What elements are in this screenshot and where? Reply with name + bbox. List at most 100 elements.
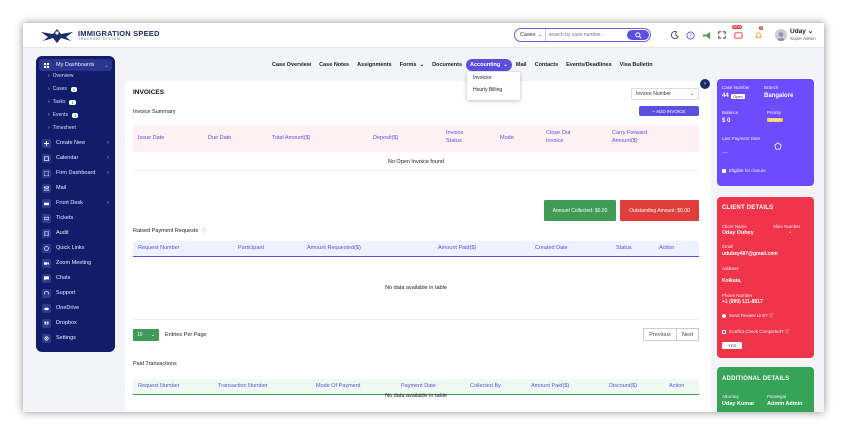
sidebar-item-label: Quick Links [56,245,85,251]
logo-subtitle: TRACKING SYSTEM [78,37,121,41]
chevron-right-icon: › [107,200,109,206]
bell-badge: 0 [759,26,763,30]
priority-label: Priority [767,110,782,115]
tab-events-deadlines[interactable]: Events/Deadlines [562,59,616,71]
sidebar-item-dropbox[interactable]: Dropbox [39,317,112,329]
tab-case-overview[interactable]: Case Overview [268,59,315,71]
tab-case-notes[interactable]: Case Notes [315,59,353,71]
sidebar-item-front-desk[interactable]: Front Desk › [39,197,112,209]
info-icon[interactable]: ⓘ [202,228,207,234]
fullscreen-icon[interactable] [717,30,727,40]
sidebar-subitem-events[interactable]: › Events 1 [48,112,79,118]
desk-icon [42,198,51,208]
previous-page-button[interactable]: Previous [643,328,677,341]
mail-icon [42,183,51,193]
tab-visa-bulletin[interactable]: Visa Bulletin [616,59,657,71]
outstanding-amount-badge: Outstanding Amount: $0.00 [620,200,699,221]
attorney-label: Attorney [722,394,739,399]
paid-transactions-empty-message: No data available in table [385,393,447,399]
svg-text:?: ? [689,33,692,39]
menu-item-hourly-billing[interactable]: Hourly Billing [467,84,520,96]
sidebar-subitem-cases[interactable]: › Cases 1 [48,86,78,92]
sidebar-item-label: Dropbox [56,320,77,326]
yes-button[interactable]: YES [722,342,742,349]
column-header: Amount Paid($) [531,383,570,389]
search-input[interactable] [548,32,634,38]
search-button[interactable] [627,30,649,40]
avatar[interactable] [775,29,787,41]
balance-label: Balance [722,110,739,115]
sidebar-item-my-dashboards[interactable]: My Dashboards ⌄ [39,59,112,71]
chevron-right-icon: › [107,140,109,146]
sidebar-item-quick-links[interactable]: Quick Links [39,242,112,254]
bell-icon[interactable]: 0 [753,26,763,40]
tab-assignments[interactable]: Assignments [353,59,396,71]
megaphone-icon[interactable] [701,30,711,40]
sidebar-item-zoom-meeting[interactable]: Zoom Meeting [39,257,112,269]
sidebar-item-chats[interactable]: Chats [39,272,112,284]
page-title: INVOICES [133,89,165,96]
chevron-right-icon: › [48,99,50,105]
add-invoice-button[interactable]: + ADD INVOICE [639,106,699,116]
chevron-down-icon[interactable]: ⌄ [788,229,792,235]
column-header: Mode [500,135,514,141]
last-payment-value: ---- [722,150,728,155]
new-notifications-icon[interactable]: NEW [732,25,743,40]
tab-mail[interactable]: Mail [512,59,531,71]
headset-icon [42,288,51,298]
sidebar-item-support[interactable]: Support [39,287,112,299]
paid-transactions-title: Paid Transactions [133,361,177,367]
logo[interactable]: IMMIGRATION SPEED TRACKING SYSTEM [39,27,160,44]
conflict-check-checkbox[interactable] [722,330,726,334]
phone-value: +1 (999) 111-8917 [722,299,763,305]
top-bar: IMMIGRATION SPEED TRACKING SYSTEM Cases … [23,23,824,48]
gear-icon [42,333,51,343]
column-header: Issue Date [138,135,165,141]
sidebar-subitem-tasks[interactable]: › Tasks 1 [48,99,76,105]
sidebar-item-calendar[interactable]: Calendar › [39,152,112,164]
case-tabs: Case Overview Case Notes Assignments For… [268,59,657,71]
tab-accounting[interactable]: Accounting ⌄ [466,59,512,71]
help-icon[interactable]: ? [685,30,695,40]
eligible-for-closure-checkbox[interactable] [722,169,726,173]
column-header: Invoice Status [446,130,464,144]
info-icon[interactable]: ⓘ [769,313,774,318]
invoice-filter-select[interactable]: Invoice Number ⌄ [631,88,699,100]
sidebar-item-tickets[interactable]: Tickets [39,212,112,224]
collapse-panel-button[interactable]: › [700,79,710,89]
entries-per-page-select[interactable]: 10 ⌄ [133,329,159,341]
priority-badge: Medium [767,118,784,122]
tab-documents[interactable]: Documents [428,59,466,71]
sidebar-item-label: Audit [56,230,69,236]
sidebar-item-label: Support [56,290,76,296]
moon-icon[interactable] [670,30,680,40]
column-header: Request Number [138,245,180,251]
sidebar-item-label: Firm Dashboard [56,170,96,176]
column-header: Deposit($) [373,135,399,141]
sidebar-subitem-overview[interactable]: › Overview [48,73,74,79]
info-icon[interactable]: ⓘ [785,329,790,334]
sidebar-item-label: Settings [56,335,76,341]
sidebar-item-audit[interactable]: Audit [39,227,112,239]
pentagon-icon [774,137,782,155]
user-name[interactable]: Uday ⌄ [790,27,813,35]
client-details-title: CLIENT DETAILS [722,205,774,211]
sidebar-item-label: My Dashboards [56,62,95,68]
sidebar-item-create-new[interactable]: Create New › [39,137,112,149]
sidebar-item-firm-dashboard[interactable]: Firm Dashboard › [39,167,112,179]
chevron-right-icon: › [48,125,50,131]
sidebar-subitem-timesheet[interactable]: › Timesheet [48,125,76,131]
entries-per-page: 10 ⌄ Entries Per Page [133,329,207,341]
send-review-radio[interactable] [722,314,726,318]
sidebar-item-mail[interactable]: Mail [39,182,112,194]
search-scope-select[interactable]: Cases ⌄ [515,29,546,41]
menu-item-invoices[interactable]: Invoices [467,72,520,84]
last-payment-label: Last Payment Date [722,136,761,141]
payment-requests-title: Raised Payment Requests ⓘ [133,228,207,234]
tab-contacts[interactable]: Contacts [531,59,563,71]
tab-forms[interactable]: Forms ⌄ [396,59,428,71]
plus-icon [42,138,51,148]
sidebar-item-onedrive[interactable]: OneDrive [39,302,112,314]
sidebar-item-settings[interactable]: Settings [39,332,112,344]
next-page-button[interactable]: Next [677,328,699,341]
